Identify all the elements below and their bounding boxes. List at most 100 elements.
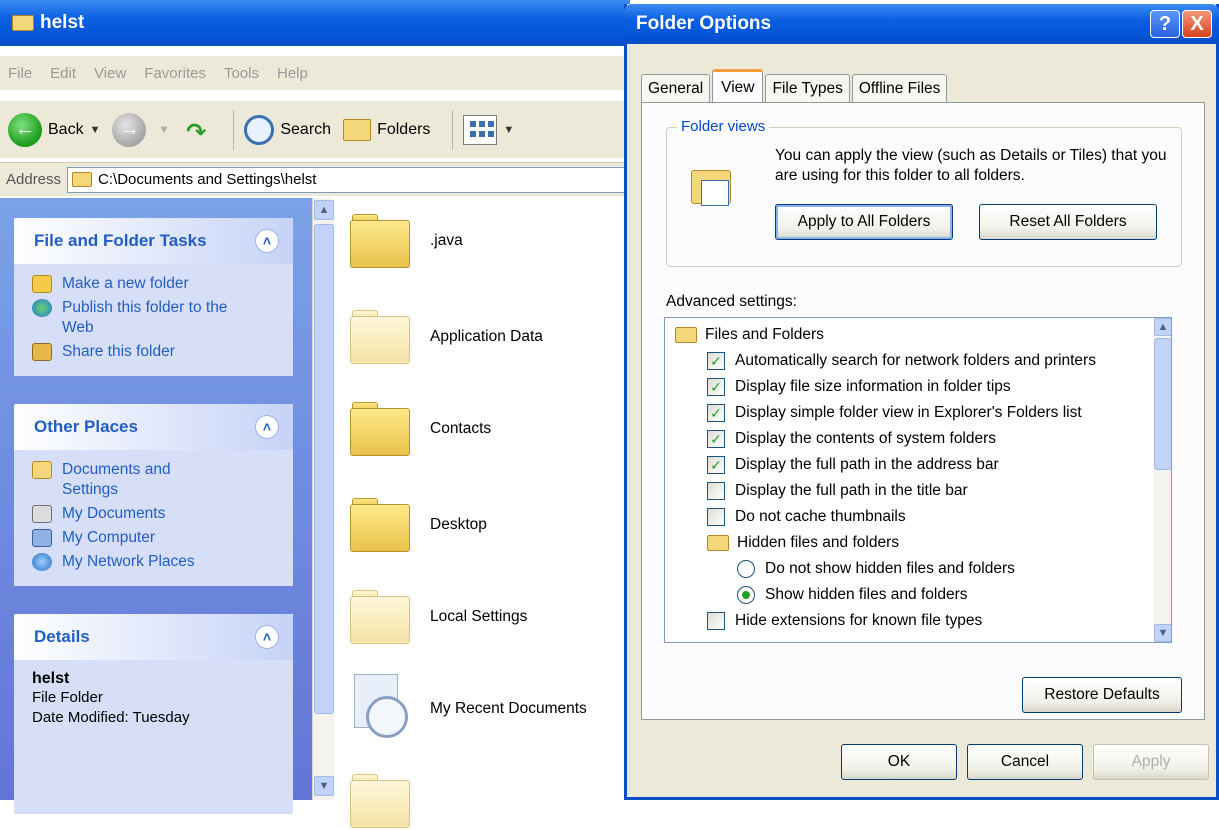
- back-arrow-icon: ←: [8, 112, 42, 147]
- place-my-computer[interactable]: My Computer: [32, 528, 279, 548]
- apply-to-all-folders-button[interactable]: Apply to All Folders: [775, 204, 953, 240]
- folders-button[interactable]: Folders: [343, 118, 430, 141]
- collapse-icon[interactable]: ˄: [255, 229, 279, 253]
- place-my-documents[interactable]: My Documents: [32, 504, 279, 524]
- dialog-tabs: General View File Types Offline Files: [641, 68, 949, 103]
- setting-simple-folder-view[interactable]: ✓ Display simple folder view in Explorer…: [707, 400, 1082, 426]
- radio-do-not-show-hidden[interactable]: Do not show hidden files and folders: [737, 556, 1015, 582]
- panel-header[interactable]: Other Places ˄: [14, 404, 293, 450]
- folder-icon: [32, 461, 52, 479]
- menu-file[interactable]: File: [8, 65, 32, 82]
- reset-all-folders-button[interactable]: Reset All Folders: [979, 204, 1157, 240]
- details-panel: Details ˄ helst File Folder Date Modifie…: [14, 614, 293, 814]
- checkbox-checked-icon[interactable]: ✓: [707, 378, 725, 396]
- address-input[interactable]: C:\Documents and Settings\helst: [67, 166, 630, 193]
- checkbox-unchecked-icon[interactable]: [707, 508, 725, 526]
- tab-general[interactable]: General: [641, 74, 711, 102]
- file-item[interactable]: [350, 772, 430, 830]
- task-label: Make a new folder: [62, 275, 189, 292]
- setting-hide-extensions[interactable]: Hide extensions for known file types: [707, 608, 982, 634]
- apply-button[interactable]: Apply: [1093, 744, 1209, 780]
- folder-icon: [675, 327, 697, 343]
- scroll-down-icon[interactable]: ▼: [1154, 624, 1171, 642]
- collapse-icon[interactable]: ˄: [255, 625, 279, 649]
- setting-file-size-info[interactable]: ✓ Display file size information in folde…: [707, 374, 1011, 400]
- tab-file-types[interactable]: File Types: [765, 74, 850, 102]
- scroll-down-icon[interactable]: ▼: [314, 776, 334, 796]
- menu-help[interactable]: Help: [277, 65, 308, 82]
- explorer-titlebar[interactable]: helst: [0, 0, 630, 46]
- radio-show-hidden[interactable]: Show hidden files and folders: [737, 582, 968, 608]
- scroll-up-icon[interactable]: ▲: [314, 200, 334, 220]
- views-button[interactable]: ▼: [463, 114, 514, 145]
- checkbox-checked-icon[interactable]: ✓: [707, 404, 725, 422]
- checkbox-checked-icon[interactable]: ✓: [707, 456, 725, 474]
- restore-defaults-button[interactable]: Restore Defaults: [1022, 677, 1182, 713]
- details-item-name: helst: [32, 670, 70, 687]
- up-button[interactable]: ↷: [181, 113, 211, 147]
- tab-view[interactable]: View: [712, 69, 764, 103]
- advanced-list-scrollbar[interactable]: ▲ ▼: [1154, 318, 1171, 642]
- checkbox-unchecked-icon[interactable]: [707, 482, 725, 500]
- search-label: Search: [280, 120, 332, 138]
- views-dropdown-icon[interactable]: ▼: [503, 124, 514, 136]
- back-dropdown-icon[interactable]: ▼: [90, 124, 101, 136]
- file-item[interactable]: My Recent Documents: [350, 674, 587, 744]
- publish-web-icon: [32, 299, 52, 317]
- forward-arrow-icon: →: [112, 112, 147, 147]
- scroll-thumb[interactable]: [314, 224, 334, 714]
- file-item[interactable]: Local Settings: [350, 588, 527, 646]
- help-icon[interactable]: ?: [1150, 10, 1180, 38]
- setting-full-path-title-bar[interactable]: Display the full path in the title bar: [707, 478, 968, 504]
- back-button[interactable]: ← Back ▼: [8, 112, 101, 147]
- hidden-folder-icon: [350, 772, 410, 830]
- cancel-button[interactable]: Cancel: [967, 744, 1083, 780]
- file-item[interactable]: Contacts: [350, 400, 491, 458]
- advanced-settings-label: Advanced settings:: [666, 293, 797, 310]
- setting-system-folder-contents[interactable]: ✓ Display the contents of system folders: [707, 426, 996, 452]
- forward-dropdown-icon[interactable]: ▼: [158, 124, 169, 136]
- panel-header[interactable]: File and Folder Tasks ˄: [14, 218, 293, 264]
- place-documents-and-settings[interactable]: Documents and Settings: [32, 460, 279, 500]
- file-item[interactable]: Desktop: [350, 496, 487, 554]
- menu-favorites[interactable]: Favorites: [144, 65, 206, 82]
- radio-selected-icon[interactable]: [737, 586, 755, 604]
- search-button[interactable]: Search: [244, 114, 332, 145]
- setting-full-path-address-bar[interactable]: ✓ Display the full path in the address b…: [707, 452, 999, 478]
- menu-view[interactable]: View: [94, 65, 126, 82]
- folder-icon: [12, 15, 34, 31]
- file-name: Contacts: [430, 420, 492, 437]
- up-folder-icon: ↷: [186, 118, 207, 146]
- checkbox-checked-icon[interactable]: ✓: [707, 352, 725, 370]
- checkbox-unchecked-icon[interactable]: [707, 612, 725, 630]
- forward-button[interactable]: → ▼: [112, 112, 169, 147]
- folder-icon: [707, 535, 729, 551]
- collapse-icon[interactable]: ˄: [255, 415, 279, 439]
- network-places-icon: [32, 553, 52, 571]
- task-share-folder[interactable]: Share this folder: [32, 342, 279, 362]
- hidden-folder-icon: [350, 308, 410, 366]
- setting-no-cache-thumbnails[interactable]: Do not cache thumbnails: [707, 504, 906, 530]
- dialog-titlebar[interactable]: Folder Options: [624, 4, 1219, 44]
- menu-edit[interactable]: Edit: [50, 65, 76, 82]
- place-label: Documents and Settings: [62, 461, 171, 498]
- scroll-up-icon[interactable]: ▲: [1154, 318, 1171, 336]
- scroll-thumb[interactable]: [1154, 338, 1171, 470]
- radio-unselected-icon[interactable]: [737, 560, 755, 578]
- file-item[interactable]: .java: [350, 212, 463, 270]
- place-my-network-places[interactable]: My Network Places: [32, 552, 279, 572]
- close-icon[interactable]: X: [1182, 10, 1212, 38]
- tab-offline-files[interactable]: Offline Files: [851, 74, 948, 102]
- task-publish-folder[interactable]: Publish this folder to the Web: [32, 298, 279, 338]
- panel-header[interactable]: Details ˄: [14, 614, 293, 660]
- file-item[interactable]: Application Data: [350, 308, 543, 366]
- place-label: My Network Places: [62, 553, 195, 570]
- menu-tools[interactable]: Tools: [224, 65, 259, 82]
- files-and-folders-group: Files and Folders: [675, 322, 824, 348]
- file-list-scrollbar[interactable]: ▲ ▼: [312, 198, 334, 800]
- task-make-new-folder[interactable]: Make a new folder: [32, 274, 279, 294]
- ok-button[interactable]: OK: [841, 744, 957, 780]
- file-name: Local Settings: [430, 608, 528, 625]
- checkbox-checked-icon[interactable]: ✓: [707, 430, 725, 448]
- setting-auto-search-network[interactable]: ✓ Automatically search for network folde…: [707, 348, 1096, 374]
